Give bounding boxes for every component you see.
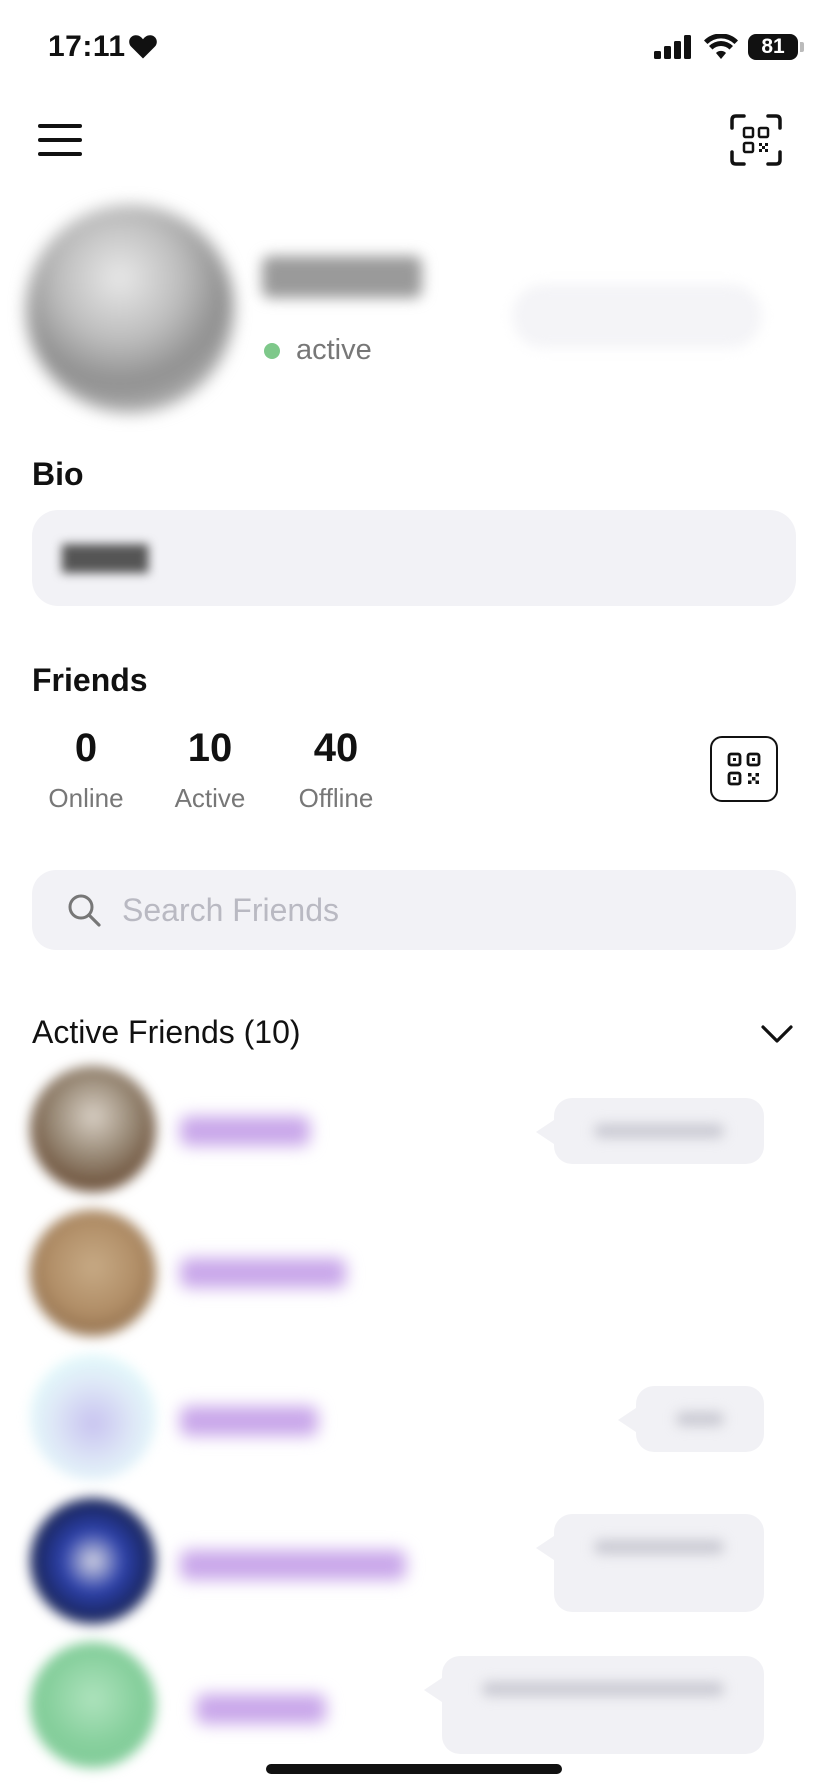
- friend-name: [196, 1694, 326, 1724]
- search-input[interactable]: [120, 890, 724, 930]
- profile-name: [262, 256, 422, 298]
- home-indicator: [266, 1764, 562, 1774]
- cellular-signal-icon: [654, 35, 691, 59]
- friend-avatar: [30, 1354, 156, 1480]
- profile-avatar[interactable]: [26, 205, 234, 413]
- profile-status: active: [264, 334, 372, 367]
- active-friends-title: Active Friends (10): [32, 1014, 301, 1050]
- stat-offline-label: Offline: [298, 783, 374, 813]
- wifi-icon: [704, 34, 738, 59]
- friend-name: [180, 1116, 310, 1146]
- friend-name: [180, 1258, 346, 1288]
- search-box[interactable]: [32, 870, 796, 950]
- menu-line: [38, 138, 82, 142]
- stat-online-value: 0: [74, 726, 98, 770]
- bio-title: Bio: [32, 456, 84, 492]
- menu-line: [38, 152, 82, 156]
- friend-name: [180, 1406, 318, 1436]
- status-icons: 81: [654, 34, 804, 60]
- menu-line: [38, 124, 82, 128]
- friend-avatar: [30, 1498, 156, 1624]
- stat-offline[interactable]: 40 Offline: [276, 726, 396, 814]
- scan-qr-icon[interactable]: [730, 114, 782, 166]
- battery-indicator: 81: [748, 34, 804, 60]
- menu-button[interactable]: [38, 124, 82, 158]
- bio-text: ▇▇▇▇: [62, 541, 149, 572]
- chevron-down-icon[interactable]: [760, 1022, 794, 1046]
- stat-offline-value: 40: [313, 726, 359, 770]
- friend-avatar: [30, 1210, 156, 1336]
- friend-status-bubble: [536, 1514, 764, 1612]
- qr-code-icon: [727, 752, 761, 786]
- stat-active-value: 10: [187, 726, 233, 770]
- heart-icon: [129, 35, 157, 59]
- friend-avatar: [30, 1642, 156, 1768]
- friend-status-bubble: [536, 1098, 764, 1164]
- stat-active-label: Active: [174, 783, 246, 813]
- friends-title: Friends: [32, 662, 148, 698]
- status-time: 17:11: [48, 30, 126, 63]
- friend-status-bubble: [618, 1386, 764, 1452]
- search-icon: [68, 894, 101, 927]
- status-label: active: [296, 334, 372, 366]
- friend-avatar: [30, 1066, 156, 1192]
- friend-name: [180, 1550, 406, 1580]
- edit-profile-button[interactable]: [512, 284, 762, 348]
- stat-online-label: Online: [48, 783, 124, 813]
- status-dot: [264, 342, 280, 359]
- friend-status-bubble: [424, 1656, 764, 1754]
- stat-active[interactable]: 10 Active: [150, 726, 270, 814]
- stat-online[interactable]: 0 Online: [26, 726, 146, 814]
- qr-code-button[interactable]: [710, 736, 778, 802]
